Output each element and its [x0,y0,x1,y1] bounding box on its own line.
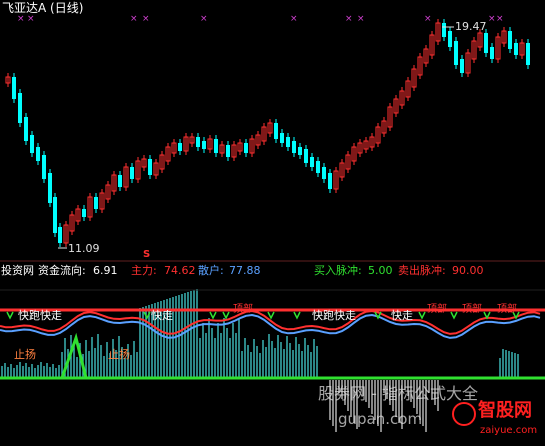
sell-pulse-value: 90.00 [452,264,484,277]
buy-pulse-value: 5.00 [368,264,393,277]
fund-flow-value: 6.91 [93,264,118,277]
signal-arrow-icon [6,311,14,320]
signal-arrow-icon [418,311,426,320]
main-force-label: 主力: [131,264,157,277]
signal-top-2: 顶部 [427,304,447,315]
signal-arrow-icon [222,311,230,320]
signal-arrow-icon [267,311,275,320]
watermark-text: 股券网 - 指标公式大全 [318,384,478,403]
source-label: 投资网 [1,264,34,277]
brand-logo-text: 智股网 [478,400,532,421]
chart-title: 飞亚达A (日线) [2,1,84,15]
signal-arrow-icon [293,311,301,320]
brand-logo-icon [452,402,476,426]
watermark-url: gupan.com [338,410,423,428]
signal-top-4: 顶部 [497,304,517,315]
main-force-value: 74.62 [164,264,196,277]
buy-pulse-label: 买入脉冲: [314,264,362,277]
signal-sell-run-2: 快跑快走 [312,309,356,322]
indicator-chart[interactable] [0,0,545,446]
signal-arrow-icon [209,311,217,320]
signal-stop-loss-1: 止扬 [14,348,36,361]
retail-label: 散户: [198,264,224,277]
fund-flow-label: 资金流向: [38,264,86,277]
signal-fast-run-1: 快走 [151,309,173,322]
retail-line [0,313,541,339]
signal-top-3: 顶部 [462,304,482,315]
signal-sell-run-1: 快跑快走 [18,309,62,322]
signal-fast-run-2: 快走 [391,309,413,322]
sell-pulse-label: 卖出脉冲: [398,264,446,277]
signal-top-1: 顶部 [233,304,253,315]
sell-signal-marker: S [143,249,151,260]
brand-url: zaiyue.com [480,425,538,436]
signal-arrow-icon [450,311,458,320]
retail-value: 77.88 [229,264,261,277]
signal-stop-loss-2: 止扬 [108,348,130,361]
high-price-label: 19.47 [455,20,487,33]
chart-window: × × × × × × × × × × × 飞亚达A (日线) 19.47 11.09 S 投资网 … [0,0,545,446]
low-price-label: 11.09 [68,242,100,255]
